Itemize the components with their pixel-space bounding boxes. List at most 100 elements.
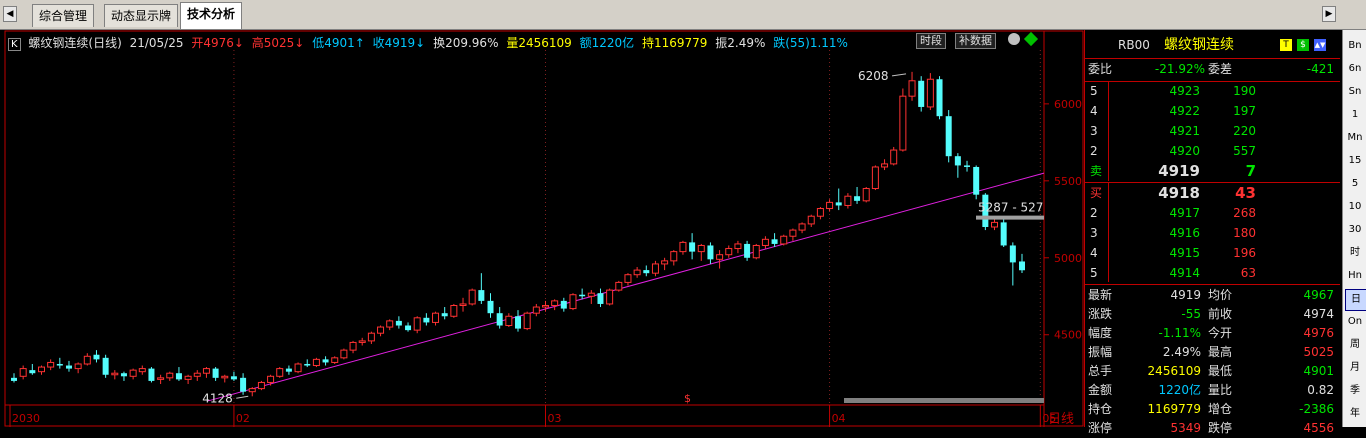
turnover-rate: 换209.96% [433, 36, 499, 50]
stat-row: 振幅 2.49% 最高 5025 [1084, 343, 1340, 362]
period-button[interactable]: 5 [1345, 174, 1365, 194]
s-icon[interactable]: $ [1297, 39, 1309, 51]
candle-body-up [679, 241, 687, 253]
period-button[interactable]: Hn [1345, 266, 1365, 286]
period-button[interactable]: 周 [1345, 335, 1365, 355]
sell-level-price: 4919 [1158, 162, 1200, 180]
period-button[interactable]: 季 [1345, 381, 1365, 401]
period-toolbar: Bn 6n Sn 1 Mn 15 5 10 30 时 Hn 日 On 周月季年 [1342, 30, 1366, 427]
period-button[interactable]: 10 [1345, 197, 1365, 217]
period-button[interactable]: 15 [1345, 151, 1365, 171]
open-interest: 持1169779 [641, 36, 708, 50]
candle-body-down [954, 156, 961, 166]
candle-body-down [515, 316, 521, 329]
candle-body-up [184, 375, 192, 380]
stat-row: 金额 1220亿 量比 0.82 [1084, 381, 1340, 400]
candle-body-up [221, 375, 229, 379]
scroll-bar [844, 398, 1044, 403]
divider [1084, 182, 1340, 183]
candle-body-up [331, 357, 339, 363]
divider [1084, 58, 1340, 59]
candle-body-down [918, 80, 925, 107]
period-button[interactable]: 6n [1345, 59, 1365, 79]
candle-body-down [65, 365, 72, 369]
candle-body-down [707, 245, 714, 260]
period-button[interactable]: 月 [1345, 358, 1365, 378]
price-tick-label: 5000 [1054, 252, 1082, 265]
candle-body-down [835, 202, 842, 206]
stat-label: 量比 [1208, 383, 1233, 397]
candle-body-up [505, 315, 513, 327]
candle-body-down [936, 79, 943, 117]
stat-label: 最新 [1088, 288, 1113, 302]
instrument-name: 螺纹钢连续(日线) [28, 36, 122, 50]
candle-body-up [844, 195, 852, 206]
buy-level-volume: 63 [1240, 266, 1256, 280]
stat-label: 总手 [1088, 364, 1113, 378]
fill-data-button[interactable]: 补数据 [955, 33, 996, 49]
quote-panel: RB00 螺纹钢连续 T $ ▲▼ 委比 -21.92% 委差 -421 5 49… [1084, 30, 1340, 435]
candle-body-down [304, 363, 311, 366]
period-button[interactable]: On [1345, 312, 1365, 332]
stat-value: 0.82 [1307, 383, 1334, 397]
sell-level-row: 5 4923 190 [1084, 82, 1340, 101]
tab-scroll-left-button[interactable]: ◀ [3, 6, 17, 22]
high-marker-line [891, 73, 907, 77]
candle-body-down [1009, 245, 1016, 263]
stat-value: 1220亿 [1158, 383, 1201, 397]
settings-gear-icon[interactable] [1008, 33, 1020, 45]
candle-body-up [587, 292, 595, 297]
candle-body-down [395, 320, 402, 326]
stat-value: 4967 [1303, 288, 1334, 302]
candle-body-up [606, 289, 614, 305]
updown-icon[interactable]: ▲▼ [1314, 39, 1326, 51]
time-range-button[interactable]: 时段 [916, 33, 946, 49]
sell-level-volume: 197 [1233, 104, 1256, 118]
candle-body-up [798, 223, 806, 231]
tab-scroll-right-button[interactable]: ▶ [1322, 6, 1336, 22]
high-price-annotation: 6208 [858, 69, 889, 83]
candle-body-up [651, 263, 659, 274]
tab-comprehensive-management[interactable]: 综合管理 [32, 4, 95, 27]
k-line-icon[interactable]: K [8, 38, 21, 51]
buy-level-price: 4917 [1169, 206, 1200, 220]
period-button[interactable]: Mn [1345, 128, 1365, 148]
time-tick-label: 02 [236, 412, 250, 425]
period-button[interactable]: 年 [1345, 404, 1365, 424]
candlestick-chart[interactable]: 45005000550060002030 02 03 04 05日线6208412852… [4, 30, 1084, 427]
candle-body-down [212, 368, 219, 378]
stat-value: 1169779 [1147, 402, 1201, 416]
tab-dynamic-display[interactable]: 动态显示牌 [104, 4, 179, 27]
candle-body-down [771, 239, 778, 244]
stat-label: 最低 [1208, 364, 1233, 378]
time-tick-label: 03 [547, 412, 561, 425]
candle-body-up [138, 368, 146, 373]
candle-body-up [349, 341, 357, 351]
period-button[interactable]: 30 [1345, 220, 1365, 240]
sell-level-label: 卖 [1090, 164, 1103, 178]
low-price-annotation: 4128 [202, 391, 233, 405]
daily-change: 跌(55)1.11% [773, 36, 848, 50]
open-price: 开4976↓ [191, 36, 244, 50]
period-button[interactable]: 1 [1345, 105, 1365, 125]
candle-body-down [175, 373, 182, 380]
candle-body-down [973, 166, 980, 195]
candle-body-up [450, 304, 458, 317]
candle-body-down [643, 270, 650, 274]
candle-body-up [157, 377, 165, 380]
candle-body-up [826, 201, 834, 210]
period-button[interactable]: Bn [1345, 36, 1365, 56]
candle-body-up [697, 244, 705, 253]
buy-level-label: 买 [1090, 186, 1103, 200]
period-button[interactable]: 时 [1345, 243, 1365, 263]
candle-body-down [322, 359, 329, 363]
stat-value: 4974 [1303, 307, 1334, 321]
t-icon[interactable]: T [1280, 39, 1292, 51]
candle-body-up [871, 166, 879, 190]
period-button[interactable]: 日 [1345, 289, 1366, 311]
stat-value: 2456109 [1147, 364, 1201, 378]
tab-technical-analysis[interactable]: 技术分析 [180, 2, 243, 29]
candle-body-up [661, 260, 669, 265]
commission-ratio-value: -21.92% [1154, 62, 1205, 76]
period-button[interactable]: Sn [1345, 82, 1365, 102]
